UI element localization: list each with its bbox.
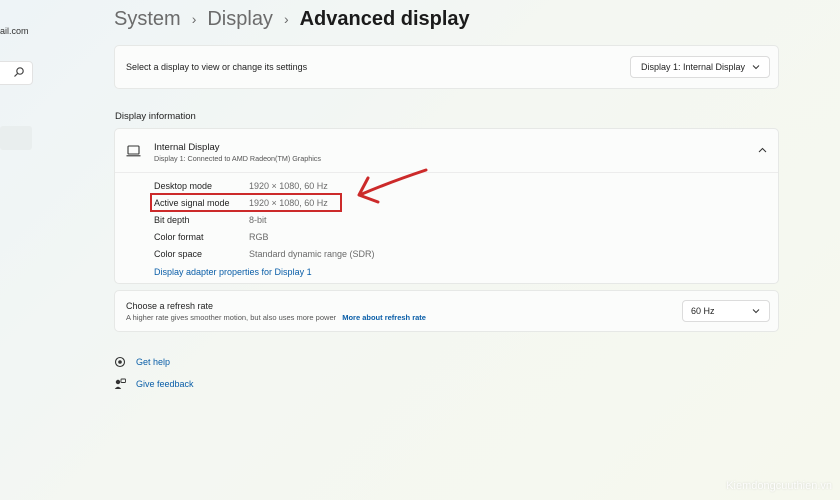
- property-label: Bit depth: [154, 215, 190, 225]
- refresh-rate-title: Choose a refresh rate: [126, 301, 214, 311]
- give-feedback-link[interactable]: Give feedback: [114, 378, 194, 390]
- display-info-header[interactable]: Internal Display Display 1: Connected to…: [115, 129, 778, 173]
- select-display-label: Select a display to view or change its s…: [126, 62, 308, 72]
- display-select-value: Display 1: Internal Display: [641, 62, 746, 72]
- chevron-down-icon: [752, 65, 760, 70]
- property-value: Standard dynamic range (SDR): [249, 249, 375, 259]
- display-name: Internal Display: [154, 142, 220, 153]
- display-select-dropdown[interactable]: Display 1: Internal Display: [630, 56, 770, 78]
- feedback-icon: [114, 378, 126, 389]
- refresh-rate-description-row: A higher rate gives smoother motion, but…: [126, 313, 426, 322]
- account-email: ail.com: [0, 26, 29, 36]
- search-icon[interactable]: [13, 66, 25, 78]
- refresh-rate-dropdown[interactable]: 60 Hz: [682, 300, 770, 322]
- breadcrumb: System › Display › Advanced display: [114, 6, 470, 32]
- property-label: Desktop mode: [154, 181, 213, 191]
- display-adapter-properties-link[interactable]: Display adapter properties for Display 1: [154, 267, 312, 277]
- property-value: 8-bit: [249, 215, 267, 225]
- refresh-rate-value: 60 Hz: [691, 306, 715, 316]
- get-help-link[interactable]: Get help: [114, 356, 170, 368]
- display-connection-subtitle: Display 1: Connected to AMD Radeon(TM) G…: [154, 154, 321, 163]
- laptop-icon: [126, 145, 141, 157]
- chevron-down-icon: [752, 309, 760, 314]
- property-value: RGB: [249, 232, 269, 242]
- chevron-up-icon[interactable]: [758, 147, 767, 153]
- breadcrumb-display[interactable]: Display: [207, 8, 273, 31]
- breadcrumb-separator: ›: [191, 11, 197, 27]
- get-help-label: Get help: [136, 357, 171, 367]
- display-information-heading: Display information: [115, 111, 196, 122]
- property-label: Color space: [154, 249, 203, 259]
- breadcrumb-separator: ›: [283, 11, 289, 27]
- page-title: Advanced display: [299, 7, 470, 30]
- watermark: Kiemdongcuuthien.vn: [726, 480, 832, 492]
- sidebar: ail.com: [0, 0, 40, 500]
- select-display-card: Select a display to view or change its s…: [114, 45, 779, 89]
- property-label: Color format: [154, 232, 204, 242]
- sidebar-item-system-selected[interactable]: [0, 126, 32, 150]
- help-icon: [114, 356, 126, 368]
- breadcrumb-system[interactable]: System: [114, 8, 181, 31]
- annotation-highlight-box: [150, 193, 342, 212]
- annotation-arrow-icon: [357, 168, 428, 204]
- more-about-refresh-rate-link[interactable]: More about refresh rate: [342, 313, 426, 322]
- refresh-rate-description: A higher rate gives smoother motion, but…: [126, 313, 337, 322]
- property-value: 1920 × 1080, 60 Hz: [249, 181, 328, 191]
- refresh-rate-card: Choose a refresh rate A higher rate give…: [114, 290, 779, 332]
- give-feedback-label: Give feedback: [136, 379, 194, 389]
